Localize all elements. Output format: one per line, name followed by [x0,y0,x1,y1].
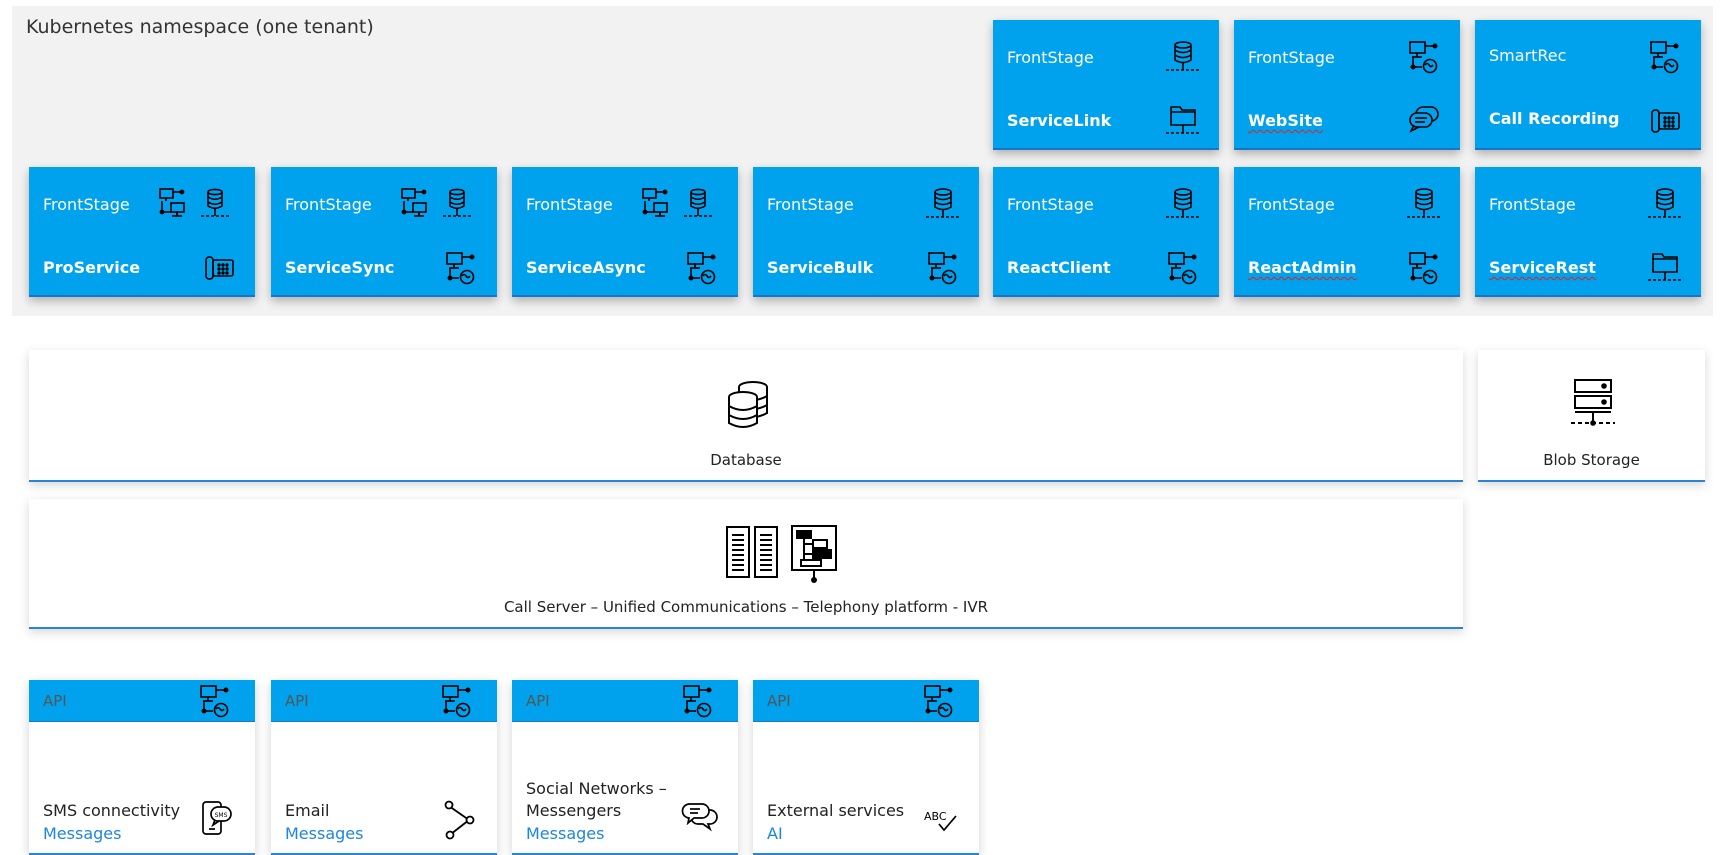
network-globe-icon [919,684,959,722]
api-title-line2: Messengers [526,801,622,820]
tile-top-label: FrontStage [1489,195,1576,214]
database-label: Database [710,451,782,469]
tile-proservice[interactable]: FrontStage ProService [29,167,255,297]
network-database-icon [157,187,233,221]
tile-bottom-label: WebSite [1248,111,1323,130]
tile-top-label: FrontStage [1007,48,1094,67]
api-card-sms[interactable]: API SMS connectivity Messages SMS [29,680,255,855]
api-title: Email [285,801,330,820]
network-globe-icon [195,684,235,722]
network-globe-icon [1163,251,1203,285]
tile-top-label: FrontStage [767,195,854,214]
tile-bottom-label: ServiceSync [285,258,395,277]
api-header-label: API [285,692,309,710]
call-server-panel[interactable]: Call Server – Unified Communications – T… [29,499,1463,629]
api-title: External services [767,801,905,820]
network-globe-icon [682,251,722,285]
tile-website[interactable]: FrontStage WebSite [1234,20,1460,150]
tile-top-label: FrontStage [1248,195,1335,214]
tile-servicerest[interactable]: FrontStage ServiceRest [1475,167,1701,297]
api-header: API [753,680,979,722]
api-header: API [512,680,738,722]
network-globe-icon [1404,251,1444,285]
api-header-label: API [526,692,550,710]
api-card-external[interactable]: API External services AI ABC [753,680,979,855]
conversation-icon [680,798,720,842]
chat-icon [1404,104,1444,138]
svg-text:SMS: SMS [215,812,228,819]
network-globe-icon [1645,40,1685,74]
database-icon [1404,187,1444,221]
network-globe-icon [1404,40,1444,74]
tile-top-label: FrontStage [1007,195,1094,214]
sms-phone-icon: SMS [197,798,237,842]
blob-storage-label: Blob Storage [1543,451,1640,469]
svg-text:ABC: ABC [924,810,947,823]
tile-bottom-label: ProService [43,258,141,277]
tile-reactadmin[interactable]: FrontStage ReactAdmin [1234,167,1460,297]
database-icon [1645,187,1685,221]
folder-icon [1163,104,1203,138]
api-subtitle: Messages [43,824,122,843]
tile-bottom-label: Call Recording [1489,109,1620,128]
databases-icon [723,380,775,436]
network-globe-icon [678,684,718,722]
api-card-email[interactable]: API Email Messages [271,680,497,855]
database-icon [1163,40,1203,74]
phone-icon [199,251,239,285]
blob-storage-panel[interactable]: Blob Storage [1478,350,1705,482]
network-globe-icon [437,684,477,722]
call-server-label: Call Server – Unified Communications – T… [503,598,989,616]
tile-servicebulk[interactable]: FrontStage ServiceBulk [753,167,979,297]
network-globe-icon [441,251,481,285]
storage-server-icon [1565,376,1621,436]
api-card-social[interactable]: API Social Networks – Messengers Message… [512,680,738,855]
spellcheck-icon: ABC [921,798,961,842]
database-icon [1163,187,1203,221]
database-icon [923,187,963,221]
phone-icon [1645,104,1685,138]
tile-bottom-label: ServiceLink [1007,111,1112,130]
api-title: Social Networks – [526,779,667,798]
api-subtitle: Messages [526,824,605,843]
api-header-label: API [767,692,791,710]
api-header: API [271,680,497,722]
server-rack-icon [723,523,781,585]
database-panel[interactable]: Database [29,350,1463,482]
folder-icon [1645,251,1685,285]
tile-bottom-label: ReactAdmin [1248,258,1357,277]
tile-bottom-label: ServiceAsync [526,258,646,277]
tile-servicelink[interactable]: FrontStage ServiceLink [993,20,1219,150]
tile-top-label: FrontStage [43,195,130,214]
namespace-title: Kubernetes namespace (one tenant) [26,16,374,38]
tile-top-label: FrontStage [285,195,372,214]
tile-top-label: FrontStage [526,195,613,214]
tile-bottom-label: ReactClient [1007,258,1111,277]
flowchart-board-icon [789,523,839,589]
api-subtitle: AI [767,824,783,843]
api-header: API [29,680,255,722]
api-subtitle: Messages [285,824,364,843]
tile-call-recording[interactable]: SmartRec Call Recording [1475,20,1701,150]
tile-serviceasync[interactable]: FrontStage ServiceAsync [512,167,738,297]
api-header-label: API [43,692,67,710]
network-database-icon [399,187,475,221]
tile-servicesync[interactable]: FrontStage ServiceSync [271,167,497,297]
tile-reactclient[interactable]: FrontStage ReactClient [993,167,1219,297]
tile-bottom-label: ServiceBulk [767,258,874,277]
tile-top-label: SmartRec [1489,46,1567,65]
network-globe-icon [923,251,963,285]
tile-top-label: FrontStage [1248,48,1335,67]
network-database-icon [640,187,716,221]
api-title: SMS connectivity [43,801,181,820]
tile-bottom-label: ServiceRest [1489,258,1596,277]
share-icon [439,798,479,846]
